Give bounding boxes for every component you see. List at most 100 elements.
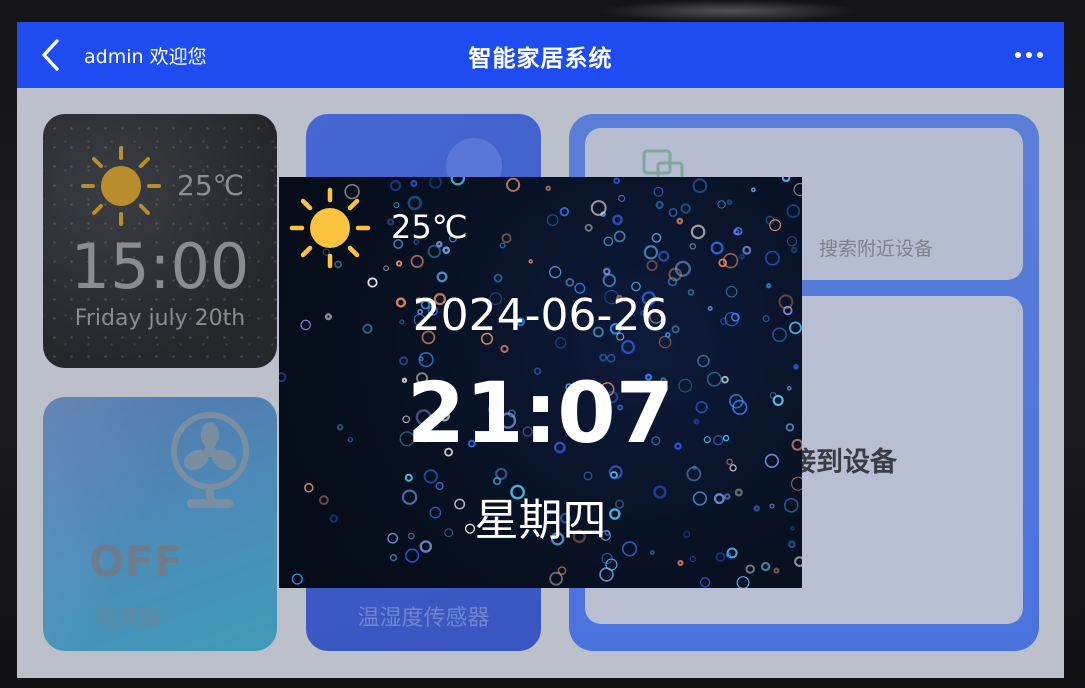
bokeh-dot (651, 233, 662, 243)
fan-label: 电风扇 (95, 606, 162, 631)
bokeh-dot (549, 266, 562, 279)
weather-card[interactable]: 25℃ 15:00 Friday july 20th (43, 114, 277, 368)
bokeh-dot (742, 245, 752, 255)
bokeh-dot (528, 259, 533, 264)
bokeh-dot (715, 552, 726, 562)
bokeh-dot (786, 204, 801, 218)
bokeh-dot (710, 241, 724, 255)
bokeh-dot (643, 245, 659, 260)
bokeh-dot (389, 554, 398, 562)
bokeh-dot (395, 260, 403, 267)
bokeh-dot (689, 556, 696, 562)
bokeh-dot (500, 344, 509, 353)
screen: admin 欢迎您 智能家居系统 25℃ 15:00 Friday july 2… (17, 22, 1064, 678)
bokeh-dot (612, 214, 623, 226)
bokeh-dot (760, 561, 771, 572)
bokeh-dot (790, 246, 798, 254)
bokeh-dot (590, 200, 607, 216)
bokeh-dot (739, 253, 746, 260)
bokeh-dot (501, 233, 512, 244)
bokeh-dot (583, 471, 593, 481)
bokeh-dot (393, 202, 400, 209)
top-bar: admin 欢迎您 智能家居系统 (17, 22, 1064, 88)
bokeh-dot (781, 177, 791, 183)
bokeh-dot (786, 236, 798, 247)
bokeh-dot (602, 273, 617, 288)
fan-state: OFF (89, 537, 183, 586)
bokeh-dot (726, 199, 733, 206)
more-button[interactable] (1014, 46, 1044, 64)
bokeh-dot (546, 214, 559, 226)
bokeh-dot (677, 559, 684, 567)
bokeh-dot (613, 230, 626, 243)
bokeh-dot (599, 353, 608, 362)
bokeh-dot (621, 340, 636, 355)
bokeh-dot (793, 182, 802, 197)
popup-temperature: 25℃ (391, 208, 468, 246)
bokeh-dot (410, 180, 418, 187)
weather-time: 15:00 (70, 230, 250, 303)
fan-icon (171, 412, 249, 508)
search-devices-label: 搜索附近设备 (819, 238, 934, 260)
bokeh-dot (676, 217, 684, 225)
bokeh-dot (428, 177, 442, 189)
bokeh-dot (423, 469, 438, 484)
bokeh-dot (493, 273, 503, 283)
more-horizontal-icon (1015, 52, 1043, 58)
bokeh-dot (565, 278, 575, 287)
bokeh-dot (613, 177, 620, 185)
bokeh-dot (690, 224, 706, 240)
bokeh-dot (418, 356, 424, 362)
bokeh-dot (736, 576, 750, 588)
bokeh-dot (773, 567, 780, 574)
sun-icon (81, 146, 161, 226)
bokeh-dot (410, 254, 424, 268)
bokeh-dot (495, 467, 508, 481)
bokeh-dot (646, 259, 658, 272)
bokeh-dot (750, 187, 756, 193)
bokeh-dot (436, 271, 448, 283)
weather-date: Friday july 20th (74, 306, 246, 331)
bokeh-dot (383, 265, 389, 271)
bokeh-dot (794, 556, 802, 567)
bokeh-dot (649, 549, 655, 556)
connect-device-label: 接到设备 (789, 447, 897, 478)
bokeh-dot (765, 250, 780, 266)
bokeh-dot (700, 577, 711, 588)
bokeh-dot (389, 179, 402, 192)
bokeh-dot (729, 464, 737, 472)
bokeh-dot (557, 566, 567, 575)
page-title: 智能家居系统 (468, 46, 613, 72)
bokeh-dot (584, 223, 593, 232)
bokeh-dot (602, 267, 611, 276)
bokeh-dot (606, 353, 616, 363)
popup-date: 2024-06-26 (412, 290, 669, 341)
bokeh-dot (692, 178, 708, 194)
bokeh-dot (653, 186, 664, 197)
bokeh-dot (506, 177, 521, 192)
bokeh-dot (745, 564, 755, 574)
bokeh-dot (450, 177, 466, 186)
bokeh-dot (769, 219, 782, 232)
bokeh-dot (766, 283, 772, 289)
sun-icon (289, 187, 371, 269)
popup-time: 21:07 (406, 364, 675, 462)
bokeh-dot (680, 203, 691, 214)
bokeh-dot (618, 194, 626, 202)
popup-weekday: 星期四 (474, 495, 607, 546)
bokeh-dot (367, 277, 378, 288)
weather-temperature: 25℃ (177, 169, 245, 202)
bokeh-dot (717, 200, 726, 209)
bokeh-dot (658, 250, 670, 262)
bokeh-dot (405, 548, 420, 563)
bokeh-dot (559, 206, 570, 217)
sensor-label: 温湿度传感器 (357, 606, 490, 631)
bokeh-dot (655, 200, 664, 210)
clock-popup[interactable]: 25℃ 2024-06-26 21:07 星期四 (279, 177, 802, 588)
bokeh-dot (404, 473, 413, 482)
bokeh-dot (545, 185, 551, 191)
bokeh-dot (499, 242, 506, 249)
bokeh-dot (442, 246, 450, 254)
bokeh-dot (603, 236, 614, 247)
fan-card[interactable]: OFF 电风扇 (43, 397, 277, 651)
